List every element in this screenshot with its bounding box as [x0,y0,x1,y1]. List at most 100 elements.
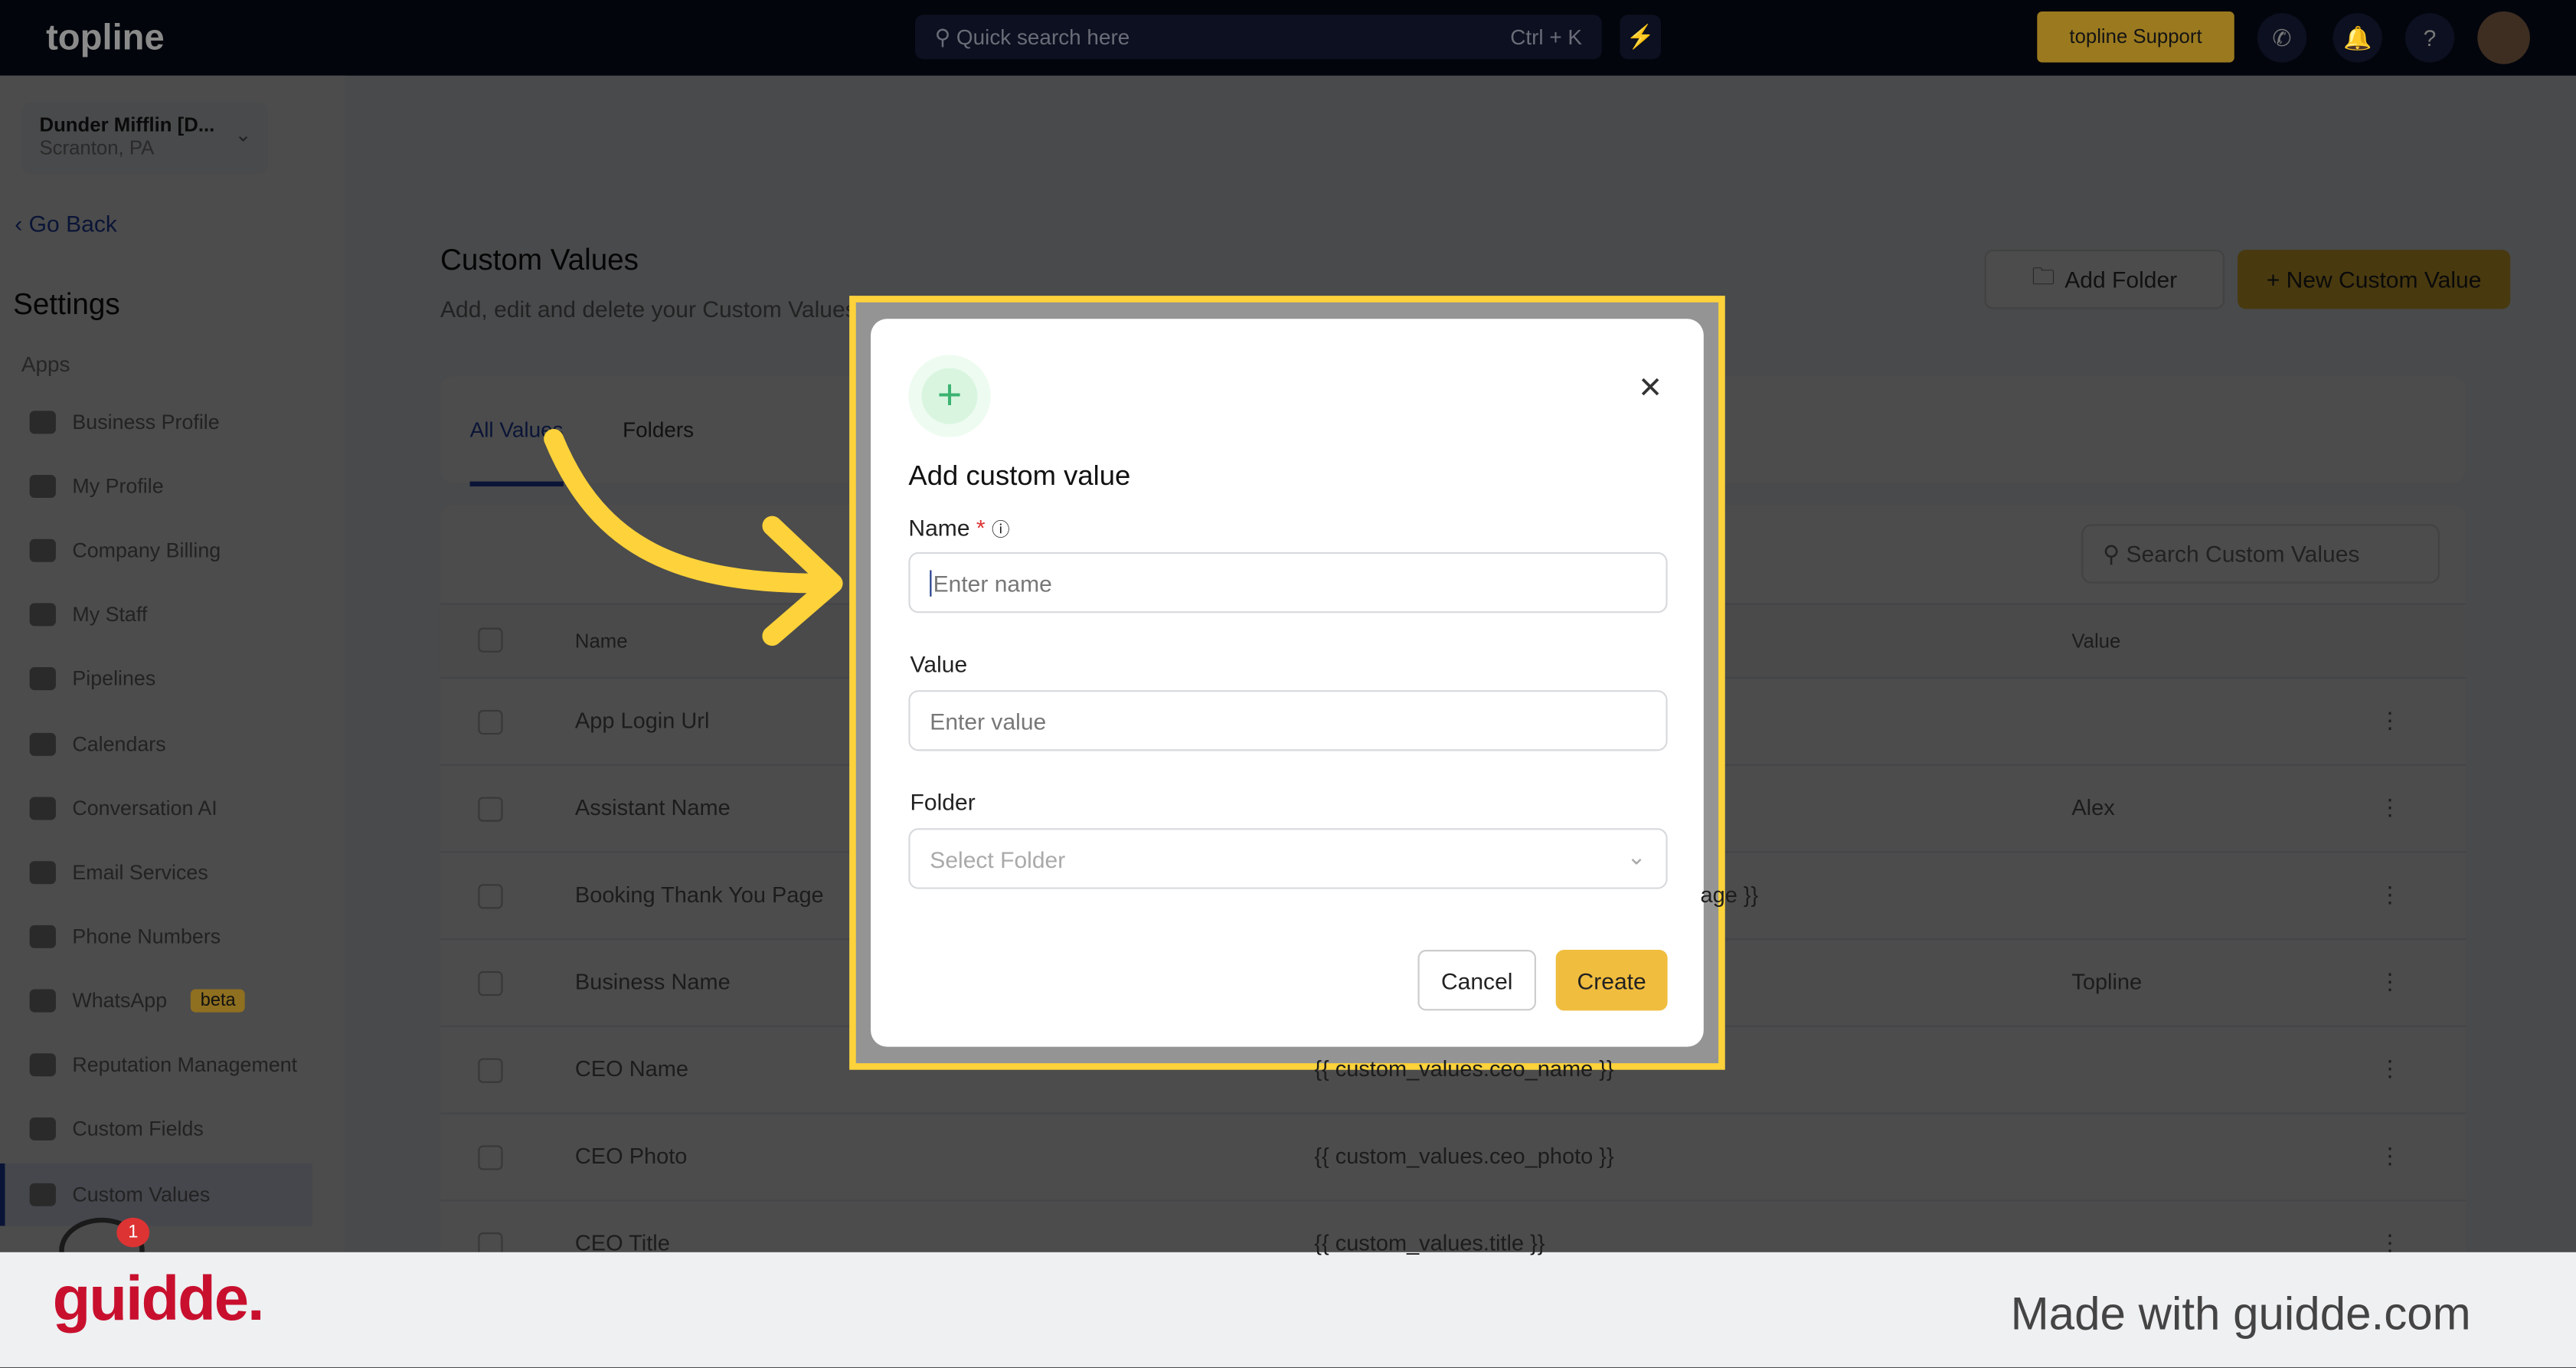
new-custom-value-button[interactable]: + New Custom Value [2238,250,2511,309]
name-label-text: Name [908,514,970,541]
sidebar-item-label: Email Services [72,860,208,884]
sidebar-item-whatsapp[interactable]: WhatsApp [29,977,342,1023]
sidebar-item-company-billing[interactable]: Company Billing [29,528,342,574]
row-name: Business Name [574,969,731,994]
row-key: age }} [1700,882,1759,908]
folder-select[interactable]: Select Folder ⌄ [908,828,1668,889]
search-custom-values-input[interactable]: ⚲ Search Custom Values [2081,524,2440,584]
beta-badge: beta [190,989,246,1013]
row-name: CEO Photo [574,1144,688,1169]
close-icon[interactable]: ✕ [1638,371,1662,406]
go-back-label: Go Back [28,210,117,237]
create-button[interactable]: Create [1555,950,1668,1011]
required-marker: * [976,514,986,541]
quick-search[interactable]: ⚲ Quick search here Ctrl + K [914,15,1602,60]
value-label: Value [910,650,968,677]
menu-item-icon [29,860,56,884]
support-button[interactable]: topline Support [2037,11,2234,63]
sidebar-item-calendars[interactable]: Calendars [29,721,342,767]
add-folder-button[interactable]: 🗀 Add Folder [1984,250,2225,309]
more-options-icon[interactable]: ⋮ [2379,795,2401,821]
more-options-icon[interactable]: ⋮ [2379,970,2401,996]
more-options-icon[interactable]: ⋮ [2379,882,2401,908]
menu-item-icon [29,731,56,755]
search-custom-values-placeholder: Search Custom Values [2126,540,2360,568]
menu-item-icon [29,667,56,691]
guidde-footer: guidde. Made with guidde.com [0,1252,2576,1367]
row-name: Assistant Name [574,795,731,820]
page-subtitle: Add, edit and delete your Custom Values. [440,296,864,322]
row-checkbox[interactable] [478,709,503,735]
logo: topline [46,16,165,58]
name-input[interactable]: Enter name [908,551,1668,614]
sidebar-item-label: Phone Numbers [72,925,221,948]
row-name: App Login Url [574,708,710,733]
sidebar-item-pipelines[interactable]: Pipelines [29,656,342,702]
more-options-icon[interactable]: ⋮ [2379,1056,2401,1082]
row-name: Booking Thank You Page [574,882,824,908]
menu-item-icon [29,1118,56,1141]
sidebar-item-label: Calendars [72,731,166,755]
add-folder-label: Add Folder [2064,266,2178,293]
more-options-icon[interactable]: ⋮ [2379,709,2401,735]
menu-item-icon [29,989,56,1013]
value-input[interactable]: Enter value [908,690,1668,751]
phone-icon[interactable]: ✆ [2257,13,2307,63]
arrow-annotation [544,428,843,646]
name-placeholder: Enter name [930,570,1052,597]
row-value: Topline [2071,969,2143,994]
settings-title: Settings [13,287,120,321]
search-icon: ⚲ [934,25,956,50]
menu-item-icon [29,604,56,627]
chevron-down-icon: ⌄ [234,123,252,146]
name-label: Name * ⓘ [908,515,1009,542]
sidebar-item-label: Custom Values [72,1183,211,1206]
sidebar-item-my-profile[interactable]: My Profile [29,463,342,509]
page-title: Custom Values [440,243,639,277]
row-name: CEO Name [574,1056,688,1082]
help-icon[interactable]: ? [2404,13,2455,63]
sidebar-item-custom-fields[interactable]: Custom Fields [29,1106,342,1152]
sidebar-item-phone-numbers[interactable]: Phone Numbers [29,913,342,959]
sidebar-item-label: My Profile [72,475,164,499]
account-switcher[interactable]: Dunder Mifflin [D... Scranton, PA ⌄ [21,102,268,175]
row-checkbox[interactable] [478,884,503,909]
sidebar-item-label: Reputation Management [72,1053,298,1077]
folder-placeholder: Select Folder [930,846,1066,873]
chevron-down-icon: ⌄ [1626,843,1646,869]
shortcut: Ctrl + K [1510,25,1583,50]
row-checkbox[interactable] [478,1058,503,1083]
go-back-link[interactable]: ‹ Go Back [15,211,117,237]
row-checkbox[interactable] [478,1145,503,1170]
more-options-icon[interactable]: ⋮ [2379,1144,2401,1170]
lightning-icon[interactable]: ⚡ [1620,15,1662,60]
select-all-checkbox[interactable] [478,627,503,653]
sidebar-item-reputation-management[interactable]: Reputation Management [29,1042,342,1088]
sidebar-item-label: Conversation AI [72,796,217,820]
active-indicator [0,1163,5,1226]
sidebar-item-business-profile[interactable]: Business Profile [29,399,342,445]
add-custom-value-modal: + ✕ Add custom value Name * ⓘ Enter name… [871,319,1704,1047]
menu-item-icon [29,1053,56,1077]
row-value: Alex [2071,795,2115,820]
sidebar-item-custom-values[interactable]: Custom Values [0,1163,312,1226]
menu-item-icon [29,1183,56,1206]
account-location: Scranton, PA [39,136,155,160]
bell-icon[interactable]: 🔔 [2332,13,2382,63]
sidebar-item-label: WhatsApp [72,989,168,1013]
table-row: CEO Photo {{ custom_values.ceo_photo }} ⋮ [440,1112,2466,1199]
plus-icon: + [908,355,991,437]
column-value: Value [2071,629,2121,653]
sidebar-item-label: Custom Fields [72,1118,204,1141]
sidebar-item-my-staff[interactable]: My Staff [29,592,342,638]
account-name: Dunder Mifflin [D... [39,113,215,137]
cancel-button[interactable]: Cancel [1417,950,1536,1011]
menu-item-icon [29,411,56,434]
avatar[interactable] [2477,11,2530,64]
row-checkbox[interactable] [478,970,503,997]
row-checkbox[interactable] [478,797,503,822]
sidebar-item-conversation-ai[interactable]: Conversation AI [29,785,342,831]
sidebar-item-label: Company Billing [72,539,221,563]
sidebar-item-label: Pipelines [72,667,156,691]
sidebar-item-email-services[interactable]: Email Services [29,849,342,895]
